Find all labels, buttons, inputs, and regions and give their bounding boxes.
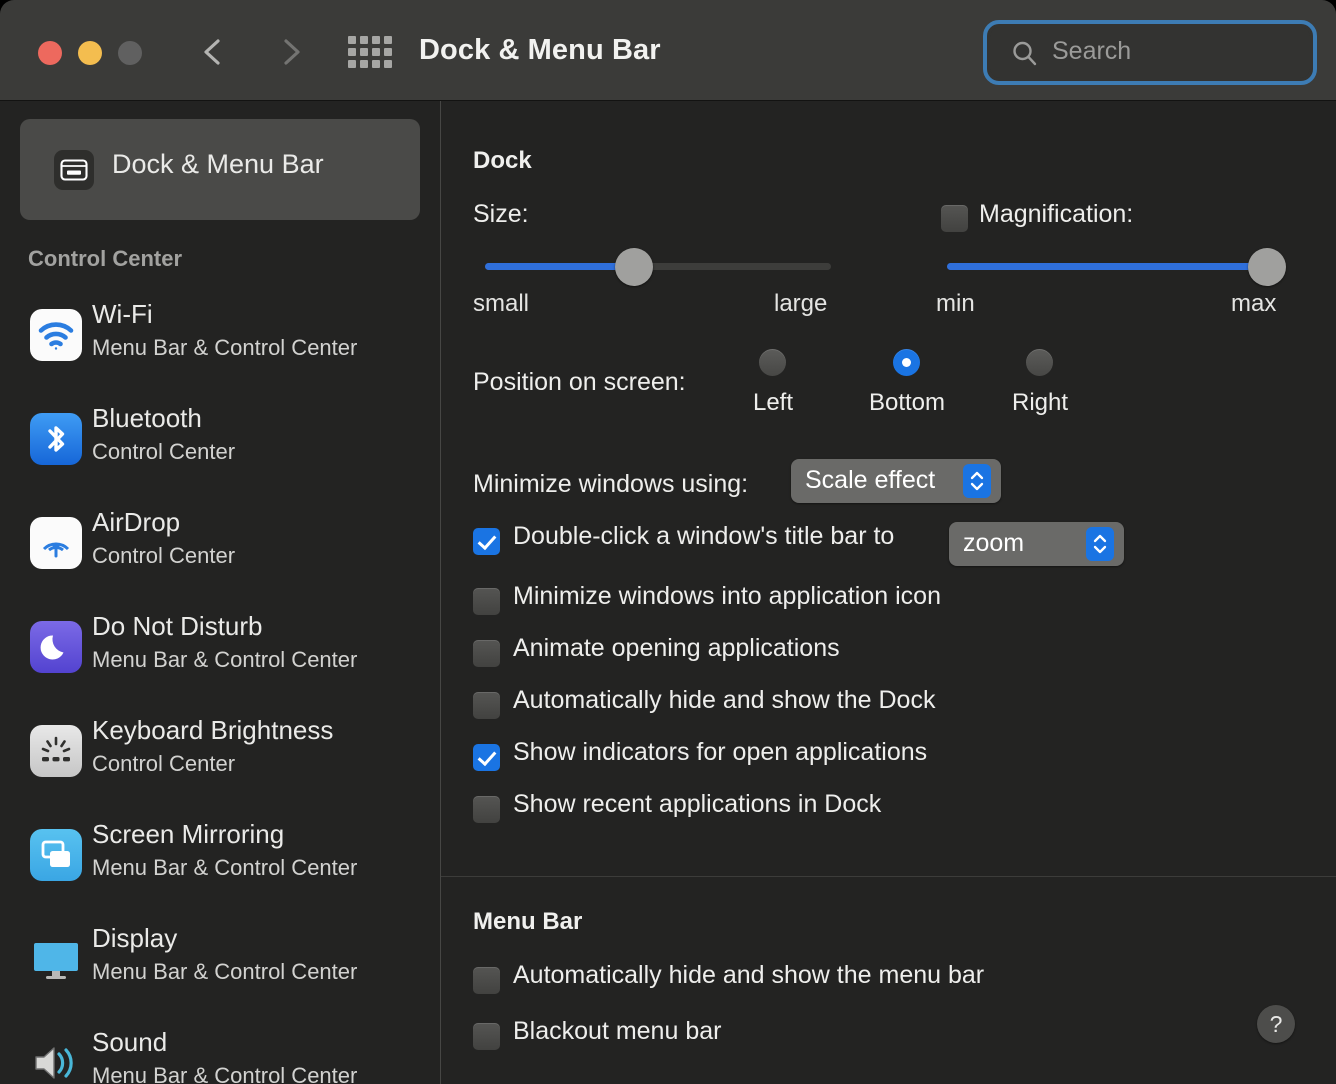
- bluetooth-icon: [30, 413, 82, 465]
- double-click-action-popup[interactable]: zoom: [949, 522, 1124, 566]
- zoom-button[interactable]: [118, 41, 142, 65]
- dock-menubar-icon: [54, 150, 94, 190]
- close-button[interactable]: [38, 41, 62, 65]
- sidebar-item-subtitle: Control Center: [92, 543, 235, 569]
- wifi-icon: [30, 309, 82, 361]
- sidebar-item-do-not-disturb[interactable]: Do Not Disturb Menu Bar & Control Center: [0, 603, 441, 693]
- sidebar-item-sound[interactable]: Sound Menu Bar & Control Center: [0, 1019, 441, 1084]
- show-recent-apps-checkbox[interactable]: [473, 796, 500, 823]
- moon-icon: [30, 621, 82, 673]
- sidebar-item-bluetooth[interactable]: Bluetooth Control Center: [0, 395, 441, 485]
- magnification-slider[interactable]: [947, 263, 1267, 270]
- auto-hide-menu-bar-checkbox[interactable]: [473, 967, 500, 994]
- section-divider: [441, 876, 1336, 877]
- magnification-slider-knob[interactable]: [1248, 248, 1286, 286]
- sidebar-item-dock-menu-bar[interactable]: Dock & Menu Bar: [20, 119, 420, 220]
- magnification-label: Magnification:: [979, 200, 1133, 229]
- sidebar-item-subtitle: Control Center: [92, 751, 235, 777]
- show-recent-apps-label: Show recent applications in Dock: [513, 790, 881, 819]
- sidebar-item-title: Wi-Fi: [92, 299, 153, 330]
- sidebar-group-header: Control Center: [28, 246, 182, 272]
- keyboard-brightness-icon: [30, 725, 82, 777]
- sidebar-item-airdrop[interactable]: AirDrop Control Center: [0, 499, 441, 589]
- dock-size-slider-fill: [485, 263, 634, 270]
- minimize-effect-value: Scale effect: [805, 466, 935, 495]
- search-field-inner: Search: [990, 27, 1310, 78]
- magnification-min-label: min: [936, 290, 975, 318]
- airdrop-icon: [30, 517, 82, 569]
- radio-right-dot[interactable]: [1026, 349, 1053, 376]
- search-field[interactable]: Search: [983, 20, 1317, 85]
- forward-button[interactable]: [268, 30, 312, 74]
- window-title: Dock & Menu Bar: [419, 34, 661, 67]
- dock-section-title: Dock: [473, 147, 532, 175]
- double-click-action-value: zoom: [963, 529, 1024, 558]
- radio-bottom-label: Bottom: [853, 389, 961, 417]
- dock-size-min-label: small: [473, 290, 529, 318]
- display-icon: [30, 933, 82, 985]
- radio-right-label: Right: [998, 389, 1082, 417]
- sidebar-item-title: Sound: [92, 1027, 167, 1058]
- sidebar-item-screen-mirroring[interactable]: Screen Mirroring Menu Bar & Control Cent…: [0, 811, 441, 901]
- help-button[interactable]: ?: [1257, 1005, 1295, 1043]
- radio-left-dot[interactable]: [759, 349, 786, 376]
- auto-hide-menu-bar-label: Automatically hide and show the menu bar: [513, 961, 984, 990]
- sidebar-item-display[interactable]: Display Menu Bar & Control Center: [0, 915, 441, 1005]
- sidebar-item-subtitle: Control Center: [92, 439, 235, 465]
- content-pane: Dock Size: small large Magnification: mi…: [441, 101, 1336, 1084]
- minimize-effect-popup[interactable]: Scale effect: [791, 459, 1001, 503]
- dock-size-slider-knob[interactable]: [615, 248, 653, 286]
- minimize-button[interactable]: [78, 41, 102, 65]
- radio-bottom-dot[interactable]: [893, 349, 920, 376]
- magnification-checkbox[interactable]: [941, 205, 968, 232]
- sidebar-item-subtitle: Menu Bar & Control Center: [92, 335, 357, 361]
- animate-opening-apps-label: Animate opening applications: [513, 634, 840, 663]
- sidebar-item-keyboard-brightness[interactable]: Keyboard Brightness Control Center: [0, 707, 441, 797]
- position-on-screen-label: Position on screen:: [473, 368, 686, 397]
- sidebar-item-title: Screen Mirroring: [92, 819, 284, 850]
- sidebar-item-subtitle: Menu Bar & Control Center: [92, 1063, 357, 1084]
- magnification-slider-fill: [947, 263, 1267, 270]
- show-all-grid-icon[interactable]: [346, 36, 394, 68]
- blackout-menu-bar-label: Blackout menu bar: [513, 1017, 721, 1046]
- magnification-max-label: max: [1231, 290, 1276, 318]
- show-indicators-label: Show indicators for open applications: [513, 738, 927, 767]
- sidebar-item-title: Keyboard Brightness: [92, 715, 333, 746]
- system-preferences-window: Dock & Menu Bar Search: [0, 0, 1336, 1084]
- radio-left-label: Left: [733, 389, 813, 417]
- back-button[interactable]: [192, 30, 236, 74]
- minimize-effect-label: Minimize windows using:: [473, 470, 748, 499]
- minimize-into-app-icon-label: Minimize windows into application icon: [513, 582, 941, 611]
- dock-size-slider[interactable]: [485, 263, 831, 270]
- window-toolbar: Dock & Menu Bar Search: [0, 0, 1336, 101]
- sidebar-item-subtitle: Menu Bar & Control Center: [92, 855, 357, 881]
- double-click-label: Double-click a window's title bar to: [513, 522, 894, 551]
- chevron-updown-icon[interactable]: [1086, 527, 1114, 561]
- search-icon: [1010, 39, 1040, 69]
- minimize-into-app-icon-checkbox[interactable]: [473, 588, 500, 615]
- show-indicators-checkbox[interactable]: [473, 744, 500, 771]
- sidebar-item-title: Bluetooth: [92, 403, 202, 434]
- sidebar: Dock & Menu Bar Control Center Wi-Fi Men…: [0, 101, 441, 1084]
- screen-mirroring-icon: [30, 829, 82, 881]
- dock-size-label: Size:: [473, 200, 529, 229]
- auto-hide-dock-label: Automatically hide and show the Dock: [513, 686, 935, 715]
- animate-opening-apps-checkbox[interactable]: [473, 640, 500, 667]
- sidebar-item-title: AirDrop: [92, 507, 180, 538]
- sidebar-item-title: Do Not Disturb: [92, 611, 263, 642]
- sidebar-item-subtitle: Menu Bar & Control Center: [92, 647, 357, 673]
- sidebar-item-subtitle: Menu Bar & Control Center: [92, 959, 357, 985]
- sidebar-item-title: Display: [92, 923, 177, 954]
- search-placeholder: Search: [1052, 37, 1131, 66]
- chevron-updown-icon[interactable]: [963, 464, 991, 498]
- double-click-checkbox[interactable]: [473, 528, 500, 555]
- sound-icon: [30, 1037, 82, 1084]
- menu-bar-section-title: Menu Bar: [473, 908, 582, 936]
- auto-hide-dock-checkbox[interactable]: [473, 692, 500, 719]
- sidebar-item-wi-fi[interactable]: Wi-Fi Menu Bar & Control Center: [0, 291, 441, 381]
- sidebar-item-label: Dock & Menu Bar: [112, 149, 324, 180]
- blackout-menu-bar-checkbox[interactable]: [473, 1023, 500, 1050]
- dock-size-max-label: large: [774, 290, 827, 318]
